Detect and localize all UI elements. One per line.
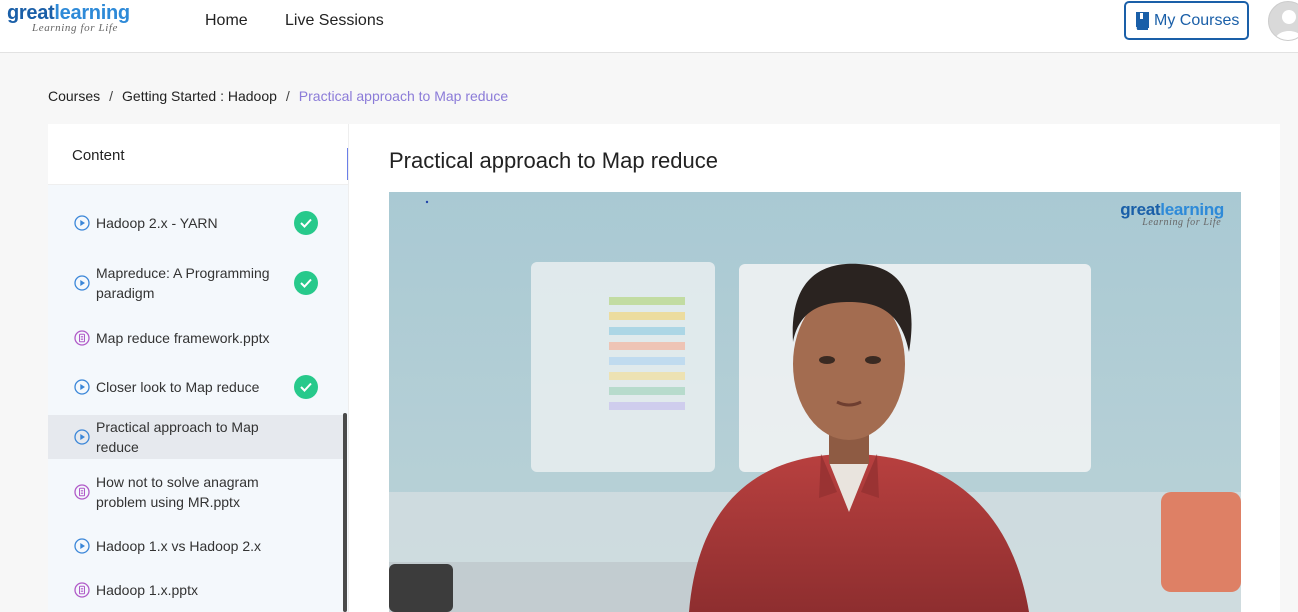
play-circle-icon (74, 215, 90, 231)
play-circle-icon (74, 538, 90, 554)
breadcrumb-separator: / (285, 88, 290, 104)
content-list[interactable]: Hadoop 2.x - YARN Mapreduce: A Programmi… (48, 185, 348, 612)
breadcrumb-courses[interactable]: Courses (48, 88, 100, 104)
document-icon (74, 330, 90, 346)
user-icon (1275, 10, 1298, 40)
breadcrumb-course[interactable]: Getting Started : Hadoop (122, 88, 277, 104)
book-icon (1136, 11, 1149, 30)
play-circle-icon (74, 429, 90, 445)
list-item-label: Hadoop 2.x - YARN (96, 215, 218, 231)
breadcrumb: Courses / Getting Started : Hadoop / Pra… (48, 88, 508, 104)
list-item-label: Mapreduce: A Programming paradigm (96, 265, 270, 301)
list-item[interactable]: Map reduce framework.pptx (48, 315, 344, 361)
brand-logo[interactable]: greatlearning Learning for Life (7, 2, 130, 34)
my-courses-button[interactable]: My Courses (1124, 1, 1249, 40)
completed-check-icon (294, 211, 318, 235)
watermark-tagline: Learning for Life (1142, 217, 1222, 228)
play-circle-icon (74, 275, 90, 291)
list-item-label: Closer look to Map reduce (96, 379, 260, 395)
play-circle-icon (74, 379, 90, 395)
list-item[interactable]: How not to solve anagram problem using M… (48, 461, 344, 523)
user-avatar[interactable] (1268, 1, 1298, 41)
sidebar-title: Content (48, 124, 348, 185)
nav-home[interactable]: Home (205, 12, 248, 30)
logo-tagline: Learning for Life (32, 22, 118, 34)
breadcrumb-separator: / (109, 88, 114, 104)
top-header: greatlearning Learning for Life Home Liv… (0, 0, 1298, 53)
list-item-label: Map reduce framework.pptx (96, 330, 270, 346)
list-item-label: How not to solve anagram problem using M… (96, 474, 259, 510)
video-frame (389, 192, 1241, 612)
completed-check-icon (294, 375, 318, 399)
video-watermark-logo: greatlearning Learning for Life (1120, 200, 1224, 228)
completed-check-icon (294, 271, 318, 295)
video-player[interactable]: greatlearning Learning for Life (389, 192, 1241, 612)
breadcrumb-current: Practical approach to Map reduce (298, 88, 509, 104)
list-item-label: Hadoop 1.x vs Hadoop 2.x (96, 538, 261, 554)
lesson-title: Practical approach to Map reduce (389, 148, 718, 173)
list-item[interactable]: Hadoop 2.x - YARN (48, 199, 344, 247)
list-item[interactable]: Hadoop 1.x.pptx (48, 569, 344, 611)
document-icon (74, 484, 90, 500)
my-courses-label: My Courses (1154, 11, 1240, 29)
list-item-active[interactable]: Practical approach to Map reduce (48, 415, 344, 459)
logo-learning: learning (54, 2, 130, 24)
main-content: Practical approach to Map reduce greatle… (348, 124, 1280, 612)
list-item[interactable]: Mapreduce: A Programming paradigm (48, 253, 344, 313)
sidebar-scrollbar[interactable] (343, 413, 347, 612)
content-sidebar: Content Hadoop 2.x - YARN Mapreduce: A P… (48, 124, 348, 612)
list-item-label: Hadoop 1.x.pptx (96, 582, 198, 598)
list-item[interactable]: Hadoop 1.x vs Hadoop 2.x (48, 525, 344, 567)
document-icon (74, 582, 90, 598)
list-item[interactable]: Closer look to Map reduce (48, 363, 344, 411)
nav-live-sessions[interactable]: Live Sessions (285, 12, 384, 30)
list-item-label: Practical approach to Map reduce (96, 419, 259, 455)
logo-great: great (7, 2, 55, 24)
